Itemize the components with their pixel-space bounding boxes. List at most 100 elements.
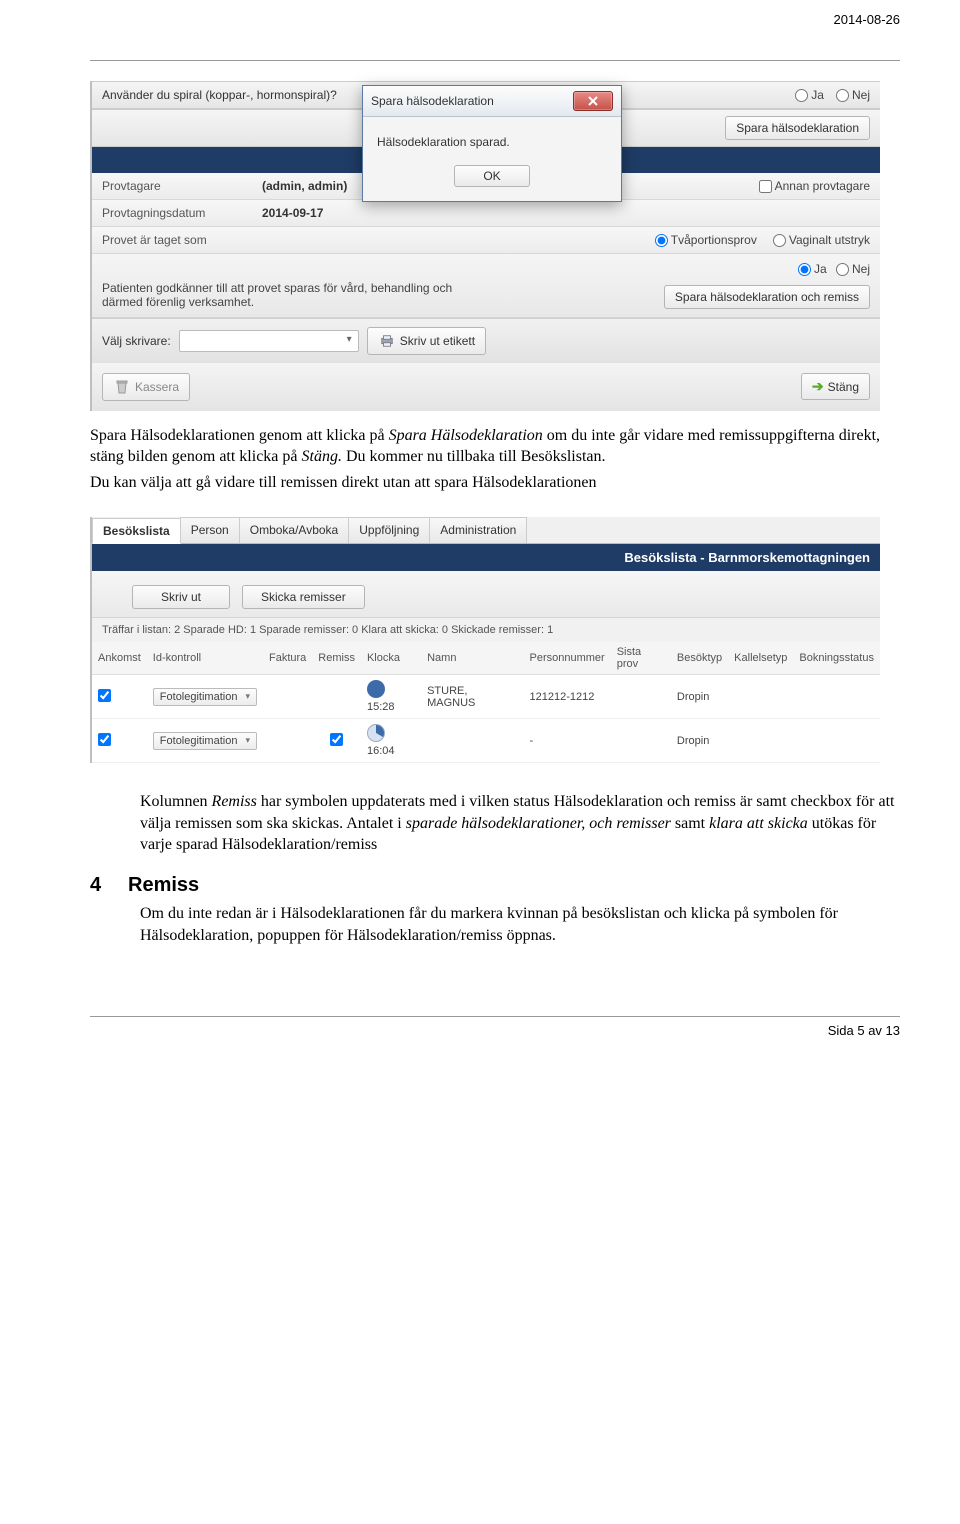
divider-top — [90, 60, 900, 61]
besoktyp-value: Dropin — [671, 675, 728, 719]
panel-title: Besökslista - Barnmorskemottagningen — [92, 544, 880, 571]
idkontroll-select[interactable]: Fotolegitimation — [153, 732, 257, 750]
printer-icon — [378, 332, 396, 350]
consent-ja-option[interactable]: Ja — [798, 262, 827, 276]
question-spiral-label: Använder du spiral (koppar-, hormonspira… — [102, 88, 337, 102]
pnr-value: - — [524, 719, 611, 763]
section-heading: 4 Remiss — [90, 874, 900, 897]
col-bokningsstatus: Bokningsstatus — [793, 642, 880, 675]
modal-title-text: Spara hälsodeklaration — [371, 94, 494, 108]
tabs-row: Besökslista Person Omboka/Avboka Uppfölj… — [92, 517, 880, 544]
remiss-checkbox[interactable] — [330, 733, 343, 746]
col-personnummer: Personnummer — [524, 642, 611, 675]
annan-provtagare-label: Annan provtagare — [775, 179, 870, 193]
besoktyp-value: Dropin — [671, 719, 728, 763]
paragraph-2: Du kan välja att gå vidare till remissen… — [90, 472, 900, 494]
send-referrals-button[interactable]: Skicka remisser — [242, 585, 365, 609]
col-namn: Namn — [421, 642, 523, 675]
time-value: 15:28 — [367, 701, 395, 713]
save-health-declaration-button[interactable]: Spara hälsodeklaration — [725, 116, 870, 140]
col-remiss: Remiss — [312, 642, 361, 675]
col-besoktyp: Besöktyp — [671, 642, 728, 675]
modal-body: Hälsodeklaration sparad. — [363, 117, 621, 159]
paragraph-4: Om du inte redan är i Hälsodeklarationen… — [140, 903, 900, 946]
tab-uppfoljning[interactable]: Uppföljning — [348, 517, 430, 543]
tvaport-label: Tvåportionsprov — [671, 233, 757, 247]
table-row[interactable]: Fotolegitimation 16:04 - Dropin — [92, 719, 880, 763]
header-date: 2014-08-26 — [834, 12, 901, 27]
annan-provtagare-checkbox[interactable]: Annan provtagare — [759, 179, 870, 193]
printer-row: Välj skrivare: Skriv ut etikett — [92, 318, 880, 363]
close-button[interactable]: ➔ Stäng — [801, 373, 870, 400]
consent-row: Patienten godkänner till att provet spar… — [92, 254, 880, 318]
tab-administration[interactable]: Administration — [429, 517, 527, 543]
ankomst-checkbox[interactable] — [98, 733, 111, 746]
modal-titlebar: Spara hälsodeklaration — [363, 86, 621, 117]
provdatum-row: Provtagningsdatum 2014-09-17 — [92, 200, 880, 227]
kassera-label: Kassera — [135, 380, 179, 394]
close-label: Stäng — [828, 380, 859, 394]
tab-besokslista[interactable]: Besökslista — [92, 518, 181, 544]
kassera-button[interactable]: Kassera — [102, 373, 190, 401]
provet-label: Provet är taget som — [102, 233, 252, 247]
section-title: Remiss — [128, 874, 199, 897]
time-value: 16:04 — [367, 745, 395, 757]
close-arrow-icon: ➔ — [812, 378, 824, 395]
print-label-text: Skriv ut etikett — [400, 334, 475, 348]
tab-omboka[interactable]: Omboka/Avboka — [239, 517, 350, 543]
trash-icon — [113, 378, 131, 396]
label-nej: Nej — [852, 88, 870, 102]
idkontroll-select[interactable]: Fotolegitimation — [153, 688, 257, 706]
provtagare-label: Provtagare — [102, 179, 252, 193]
clock-icon — [367, 680, 385, 698]
col-klocka: Klocka — [361, 642, 421, 675]
vaginalt-option[interactable]: Vaginalt utstryk — [773, 233, 870, 247]
screenshot-visit-list: Besökslista Person Omboka/Avboka Uppfölj… — [90, 517, 880, 763]
tvaport-option[interactable]: Tvåportionsprov — [655, 233, 757, 247]
col-idkontroll: Id-kontroll — [147, 642, 263, 675]
col-sistaprov: Sista prov — [611, 642, 671, 675]
col-ankomst: Ankomst — [92, 642, 147, 675]
print-label-button[interactable]: Skriv ut etikett — [367, 327, 486, 355]
provdatum-value: 2014-09-17 — [262, 206, 323, 220]
bottom-row: Kassera ➔ Stäng — [92, 363, 880, 411]
paragraph-3: Kolumnen Remiss har symbolen uppdaterats… — [140, 791, 900, 856]
saved-modal: Spara hälsodeklaration Hälsodeklaration … — [362, 85, 622, 202]
page-footer: Sida 5 av 13 — [90, 1023, 900, 1038]
divider-bottom — [90, 1016, 900, 1017]
consent-ja-label: Ja — [814, 262, 827, 276]
name-value — [421, 719, 523, 763]
provdatum-label: Provtagningsdatum — [102, 206, 252, 220]
provet-row: Provet är taget som Tvåportionsprov Vagi… — [92, 227, 880, 254]
vaginalt-label: Vaginalt utstryk — [789, 233, 870, 247]
valj-skrivare-label: Välj skrivare: — [102, 334, 171, 348]
toolbar: Skriv ut Skicka remisser — [92, 571, 880, 618]
save-hd-remiss-button[interactable]: Spara hälsodeklaration och remiss — [664, 285, 870, 309]
close-icon — [587, 96, 599, 106]
section-number: 4 — [90, 874, 110, 897]
col-kallelsetyp: Kallelsetyp — [728, 642, 793, 675]
modal-message: Hälsodeklaration sparad. — [377, 135, 510, 149]
consent-text: Patienten godkänner till att provet spar… — [102, 281, 462, 309]
consent-nej-option[interactable]: Nej — [836, 262, 870, 276]
printer-select[interactable] — [179, 330, 359, 352]
spiral-nej-option[interactable]: Nej — [836, 88, 870, 102]
pnr-value: 121212-1212 — [524, 675, 611, 719]
screenshot-health-declaration: Använder du spiral (koppar-, hormonspira… — [90, 81, 880, 411]
tab-person[interactable]: Person — [180, 517, 240, 543]
label-ja: Ja — [811, 88, 824, 102]
clock-icon — [367, 724, 385, 742]
spiral-ja-option[interactable]: Ja — [795, 88, 824, 102]
stats-line: Träffar i listan: 2 Sparade HD: 1 Sparad… — [92, 618, 880, 642]
modal-close-button[interactable] — [573, 91, 613, 111]
visit-table: Ankomst Id-kontroll Faktura Remiss Klock… — [92, 642, 880, 763]
col-faktura: Faktura — [263, 642, 312, 675]
ankomst-checkbox[interactable] — [98, 689, 111, 702]
table-header-row: Ankomst Id-kontroll Faktura Remiss Klock… — [92, 642, 880, 675]
consent-nej-label: Nej — [852, 262, 870, 276]
modal-ok-button[interactable]: OK — [454, 165, 529, 187]
table-row[interactable]: Fotolegitimation 15:28 STURE, MAGNUS 121… — [92, 675, 880, 719]
paragraph-1: Spara Hälsodeklarationen genom att klick… — [90, 425, 900, 468]
print-button[interactable]: Skriv ut — [132, 585, 230, 609]
name-value: STURE, MAGNUS — [421, 675, 523, 719]
